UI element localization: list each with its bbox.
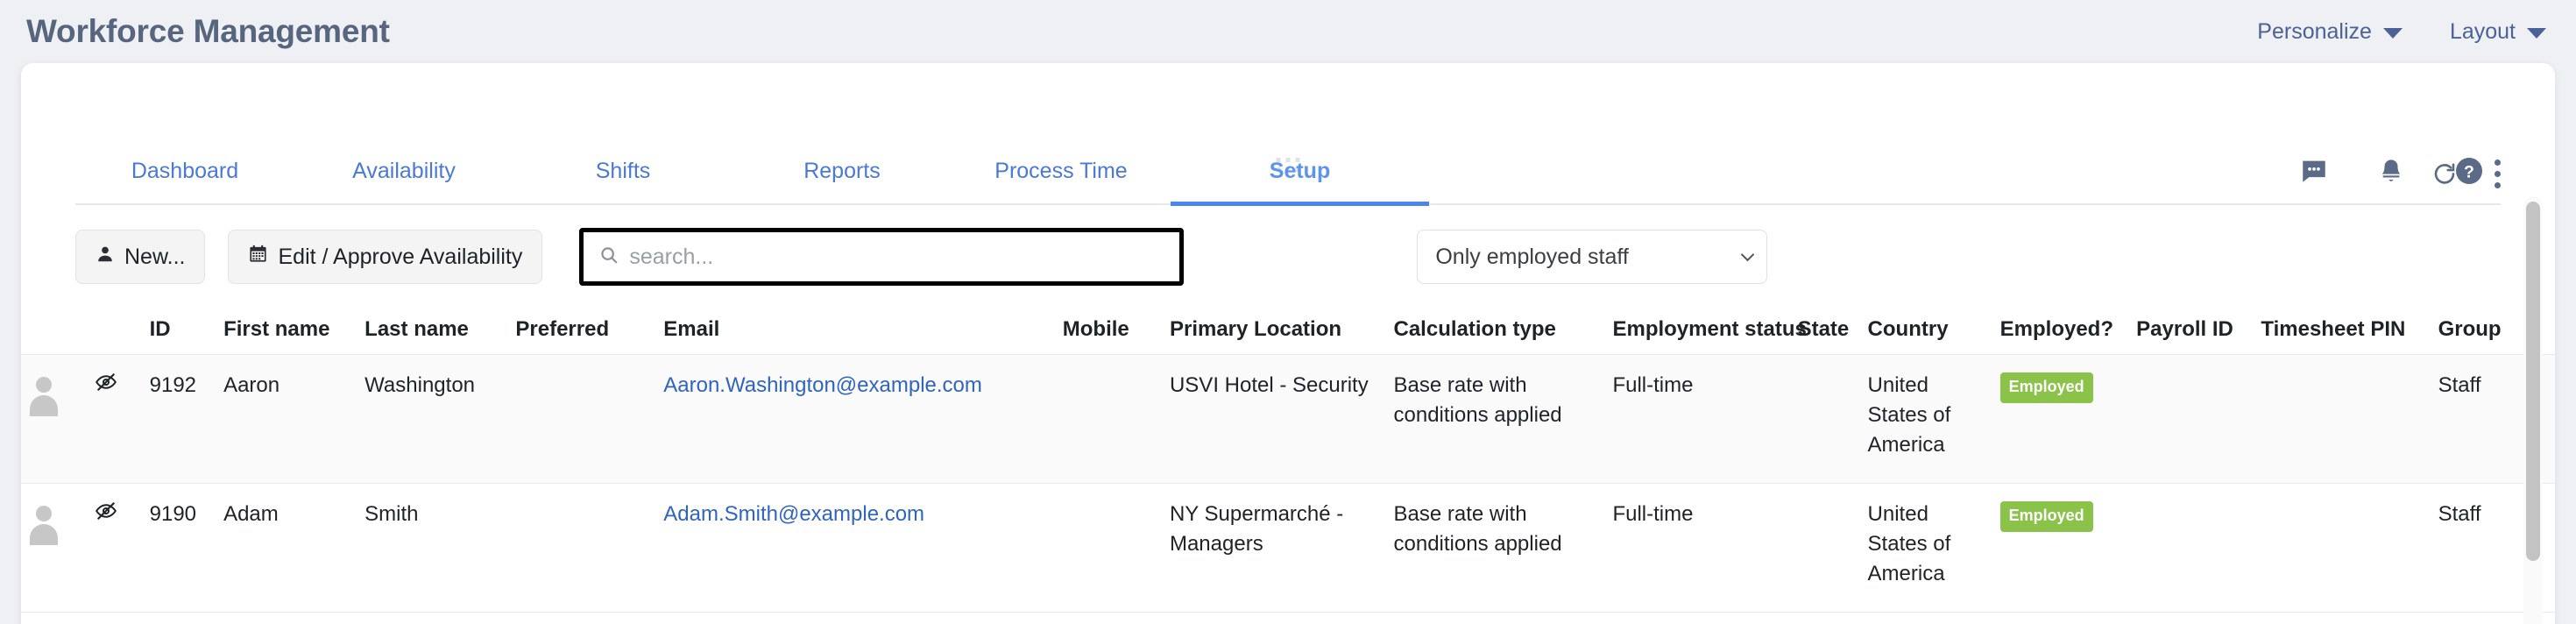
person-icon: [96, 245, 115, 270]
col-email[interactable]: Email: [663, 308, 1063, 355]
tab-setup[interactable]: Setup: [1171, 159, 1429, 206]
cell-id: 9192: [149, 354, 224, 484]
status-badge: Employed: [1999, 501, 2093, 532]
cell-country: United States of America: [1867, 502, 1951, 586]
search-box[interactable]: [579, 228, 1185, 286]
staff-table-body: 9192 Aaron Washington Aaron.Washington@e…: [21, 354, 2555, 613]
col-first-name[interactable]: First name: [223, 308, 364, 355]
tab-bar: Dashboard Availability Shifts Reports Pr…: [75, 121, 2501, 206]
row-avatar-cell: [21, 354, 96, 484]
cell-last-name: Washington: [364, 354, 516, 484]
layout-menu[interactable]: Layout: [2450, 19, 2546, 45]
tab-process-time[interactable]: Process Time: [952, 159, 1171, 203]
row-visibility-cell[interactable]: [95, 484, 149, 613]
cell-primary-location: NY Supermarché - Managers: [1169, 502, 1344, 557]
col-mobile[interactable]: Mobile: [1063, 308, 1170, 355]
cell-last-name: Smith: [364, 502, 419, 527]
edit-approve-availability-label: Edit / Approve Availability: [278, 244, 523, 269]
col-employment-status[interactable]: Employment status: [1612, 308, 1806, 355]
cell-calculation-type: Base rate with conditions applied: [1393, 354, 1613, 484]
scrollbar-thumb[interactable]: [2526, 202, 2540, 561]
staff-table-head: ID First name Last name Preferred Email …: [21, 308, 2555, 355]
row-visibility-cell[interactable]: [95, 354, 150, 484]
cell-employment-status: Full-time: [1612, 354, 1798, 484]
table-row[interactable]: 9192 Aaron Washington Aaron.Washington@e…: [21, 354, 2555, 484]
tab-availability[interactable]: Availability: [294, 159, 513, 203]
staff-table-container: ID First name Last name Preferred Email …: [21, 308, 2555, 613]
col-state[interactable]: State: [1798, 308, 1868, 355]
cell-preferred: [515, 354, 664, 484]
table-row[interactable]: 9190 Adam Smith Adam.Smith@example.com N…: [21, 483, 2555, 613]
col-avatar: [21, 308, 95, 355]
col-visibility: [95, 308, 149, 355]
cell-primary-location: USVI Hotel - Security: [1169, 354, 1394, 484]
cell-payroll-id: [2136, 354, 2261, 484]
col-payroll-id[interactable]: Payroll ID: [2136, 308, 2261, 355]
tab-shifts[interactable]: Shifts: [513, 159, 732, 203]
cell-state: [1797, 354, 1868, 484]
row-avatar-cell: [21, 484, 95, 613]
col-primary-location[interactable]: Primary Location: [1170, 308, 1394, 355]
search-input[interactable]: [629, 244, 1180, 270]
page-header: Workforce Management Personalize Layout: [0, 0, 2576, 63]
edit-approve-availability-button[interactable]: Edit / Approve Availability: [228, 230, 543, 284]
bell-icon[interactable]: [2377, 157, 2405, 189]
chevron-down-icon: [2382, 28, 2403, 39]
cell-employed: Employed: [1999, 484, 2137, 613]
new-button[interactable]: New...: [75, 230, 206, 284]
cell-payroll-id: [2136, 484, 2261, 613]
chat-icon[interactable]: [2299, 156, 2329, 190]
header-actions: Personalize Layout: [2257, 19, 2546, 45]
cell-first-name: Aaron: [223, 354, 365, 484]
main-card: Dashboard Availability Shifts Reports Pr…: [21, 63, 2555, 624]
cell-mobile: [1063, 484, 1170, 613]
search-icon: [599, 245, 619, 269]
chevron-down-icon: [2527, 28, 2546, 39]
kebab-menu-icon[interactable]: [2488, 158, 2508, 190]
email-link[interactable]: Adam.Smith@example.com: [663, 502, 924, 526]
col-preferred[interactable]: Preferred: [515, 308, 663, 355]
cell-employed: Employed: [1999, 354, 2137, 484]
new-button-label: New...: [124, 244, 186, 269]
cell-country: United States of America: [1867, 354, 2000, 484]
cell-calculation-type: Base rate with conditions applied: [1393, 502, 1562, 557]
cell-employment-status: Full-time: [1612, 502, 1694, 527]
staff-filter-select[interactable]: Only employed staff: [1417, 230, 1768, 284]
tab-dashboard[interactable]: Dashboard: [75, 159, 294, 203]
staff-table: ID First name Last name Preferred Email …: [21, 308, 2555, 613]
table-toolbar: New... Edit / Approve Availability searc…: [21, 205, 2555, 308]
vertical-scrollbar[interactable]: [2523, 196, 2543, 624]
page-title: Workforce Management: [26, 13, 390, 49]
cell-email[interactable]: Aaron.Washington@example.com: [663, 354, 1063, 484]
cell-preferred: [515, 484, 663, 613]
col-country[interactable]: Country: [1868, 308, 2000, 355]
calendar-icon: [248, 244, 268, 270]
personalize-menu[interactable]: Personalize: [2257, 19, 2403, 45]
cell-id: 9190: [149, 502, 197, 527]
col-id[interactable]: ID: [150, 308, 223, 355]
cell-timesheet-pin: [2261, 484, 2438, 613]
cell-first-name: Adam: [223, 502, 279, 527]
cell-email[interactable]: Adam.Smith@example.com: [663, 484, 1063, 613]
tab-reports[interactable]: Reports: [732, 159, 952, 203]
status-badge: Employed: [1999, 372, 2093, 403]
col-last-name[interactable]: Last name: [364, 308, 515, 355]
personalize-label: Personalize: [2257, 18, 2372, 44]
staff-filter-selected-value: Only employed staff: [1435, 244, 1629, 269]
email-link[interactable]: Aaron.Washington@example.com: [663, 373, 982, 397]
col-timesheet-pin[interactable]: Timesheet PIN: [2261, 308, 2438, 355]
card-tools: [2431, 158, 2508, 190]
cell-mobile: [1062, 354, 1170, 484]
layout-label: Layout: [2449, 18, 2516, 44]
col-employed[interactable]: Employed?: [2000, 308, 2137, 355]
col-calculation-type[interactable]: Calculation type: [1394, 308, 1613, 355]
table-header-row: ID First name Last name Preferred Email …: [21, 308, 2555, 355]
cell-timesheet-pin: [2261, 354, 2438, 484]
cell-state: [1798, 484, 1868, 613]
refresh-icon[interactable]: [2431, 161, 2458, 188]
chevron-down-icon: [1741, 247, 1755, 262]
